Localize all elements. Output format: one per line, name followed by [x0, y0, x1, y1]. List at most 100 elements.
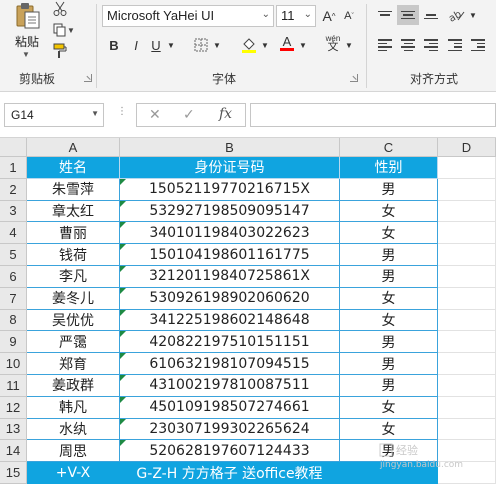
chevron-down-icon[interactable]: ▼ — [468, 5, 478, 25]
align-bottom-icon[interactable] — [420, 5, 442, 25]
align-middle-icon[interactable] — [397, 5, 419, 25]
chevron-down-icon[interactable]: ▼ — [166, 35, 176, 55]
column-header-c[interactable]: C — [340, 138, 438, 157]
row-header[interactable]: 3 — [0, 200, 27, 223]
phonetic-guide-icon[interactable]: wén 文 — [322, 33, 344, 53]
footer-cell[interactable]: +V-X — [27, 462, 120, 484]
formula-input[interactable] — [250, 103, 496, 127]
table-cell[interactable]: 男 — [340, 244, 438, 266]
table-cell[interactable]: 530926198902060620 — [120, 287, 340, 310]
row-header[interactable]: 11 — [0, 375, 27, 397]
enter-icon[interactable]: ✓ — [183, 106, 195, 123]
table-cell[interactable] — [438, 353, 496, 375]
row-header[interactable]: 2 — [0, 178, 27, 201]
table-header-cell[interactable]: 身份证号码 — [120, 157, 340, 179]
row-header[interactable]: 8 — [0, 309, 27, 332]
align-center-icon[interactable] — [397, 35, 419, 55]
row-header[interactable]: 7 — [0, 287, 27, 310]
format-painter-icon[interactable] — [50, 42, 70, 60]
splitter-handle-icon[interactable]: ⋮ — [117, 106, 127, 117]
table-cell[interactable]: 男 — [340, 266, 438, 288]
italic-button[interactable]: I — [128, 35, 144, 55]
table-cell[interactable]: 150104198601161775 — [120, 244, 340, 266]
table-cell[interactable]: 男 — [340, 353, 438, 375]
table-cell[interactable]: 男 — [340, 375, 438, 397]
decrease-indent-icon[interactable] — [444, 35, 466, 55]
table-cell[interactable] — [438, 222, 496, 245]
row-header[interactable]: 12 — [0, 396, 27, 419]
font-size-select[interactable]: 11 ⌄ — [276, 5, 316, 27]
chevron-down-icon[interactable]: ▼ — [344, 35, 354, 55]
paste-button[interactable]: 粘贴 — [15, 33, 39, 50]
row-header[interactable]: 9 — [0, 331, 27, 354]
table-cell[interactable]: 姜政群 — [27, 375, 120, 397]
table-cell[interactable]: 朱雪萍 — [27, 178, 120, 201]
table-cell[interactable]: 女 — [340, 309, 438, 332]
table-cell[interactable] — [438, 309, 496, 332]
row-header[interactable]: 4 — [0, 222, 27, 245]
table-cell[interactable]: 女 — [340, 222, 438, 245]
table-cell[interactable]: 女 — [340, 396, 438, 419]
table-cell[interactable] — [438, 375, 496, 397]
table-cell[interactable]: 450109198507274661 — [120, 396, 340, 419]
table-cell[interactable]: 周思 — [27, 440, 120, 463]
column-header-d[interactable]: D — [438, 138, 496, 157]
column-header-a[interactable]: A — [27, 138, 120, 157]
table-cell[interactable]: 431002197810087511 — [120, 375, 340, 397]
chevron-down-icon[interactable]: ▼ — [298, 35, 308, 55]
table-cell[interactable]: 520628197607124433 — [120, 440, 340, 463]
table-cell[interactable] — [438, 287, 496, 310]
table-cell[interactable] — [438, 178, 496, 201]
column-header-b[interactable]: B — [120, 138, 340, 157]
table-cell[interactable]: 女 — [340, 200, 438, 223]
row-header[interactable]: 13 — [0, 418, 27, 441]
paste-icon[interactable] — [15, 2, 41, 30]
table-cell[interactable]: 15052119770216715X — [120, 178, 340, 201]
align-top-icon[interactable] — [374, 5, 396, 25]
font-color-icon[interactable]: A — [278, 33, 296, 53]
table-cell[interactable] — [438, 200, 496, 223]
table-cell[interactable] — [438, 331, 496, 354]
chevron-down-icon[interactable]: ▼ — [212, 35, 222, 55]
row-header[interactable]: 1 — [0, 157, 27, 179]
table-cell[interactable]: 32120119840725861X — [120, 266, 340, 288]
name-box[interactable]: G14 ▼ — [4, 103, 104, 127]
chevron-down-icon[interactable]: ▼ — [91, 109, 99, 118]
table-cell[interactable]: 女 — [340, 287, 438, 310]
bold-button[interactable]: B — [106, 35, 122, 55]
cancel-icon[interactable]: ✕ — [149, 106, 161, 123]
table-cell[interactable]: 李凡 — [27, 266, 120, 288]
table-cell[interactable]: 严霭 — [27, 331, 120, 354]
table-cell[interactable]: 郑育 — [27, 353, 120, 375]
borders-icon[interactable] — [192, 35, 210, 55]
table-cell[interactable]: 钱荷 — [27, 244, 120, 266]
table-cell[interactable]: 姜冬儿 — [27, 287, 120, 310]
table-cell[interactable]: 章太红 — [27, 200, 120, 223]
insert-function-icon[interactable]: fx — [219, 106, 232, 122]
shrink-font-button[interactable]: Aˇ — [340, 6, 358, 26]
row-header[interactable]: 5 — [0, 244, 27, 266]
table-cell[interactable]: 532927198509095147 — [120, 200, 340, 223]
table-cell[interactable]: 230307199302265624 — [120, 418, 340, 441]
orientation-icon[interactable]: ab — [446, 5, 468, 25]
increase-indent-icon[interactable] — [467, 35, 489, 55]
table-cell[interactable] — [438, 266, 496, 288]
table-cell[interactable]: 韩凡 — [27, 396, 120, 419]
row-header[interactable]: 6 — [0, 266, 27, 288]
copy-dropdown-icon[interactable]: ▼ — [66, 21, 76, 39]
table-cell[interactable]: 曹丽 — [27, 222, 120, 245]
table-cell[interactable] — [438, 157, 496, 179]
table-cell[interactable] — [438, 396, 496, 419]
fill-color-icon[interactable] — [240, 35, 258, 55]
font-name-select[interactable]: Microsoft YaHei UI ⌄ — [102, 5, 274, 27]
table-cell[interactable]: 男 — [340, 331, 438, 354]
chevron-down-icon[interactable]: ▼ — [22, 50, 30, 59]
table-cell[interactable] — [438, 244, 496, 266]
underline-button[interactable]: U — [148, 35, 164, 55]
row-header[interactable]: 10 — [0, 353, 27, 375]
footer-cell[interactable]: G-Z-H 方方格子 送office教程 — [120, 462, 340, 484]
select-all-corner[interactable] — [0, 138, 27, 157]
grow-font-button[interactable]: A ^ — [320, 6, 338, 26]
row-header[interactable]: 14 — [0, 440, 27, 463]
table-cell[interactable] — [438, 418, 496, 441]
